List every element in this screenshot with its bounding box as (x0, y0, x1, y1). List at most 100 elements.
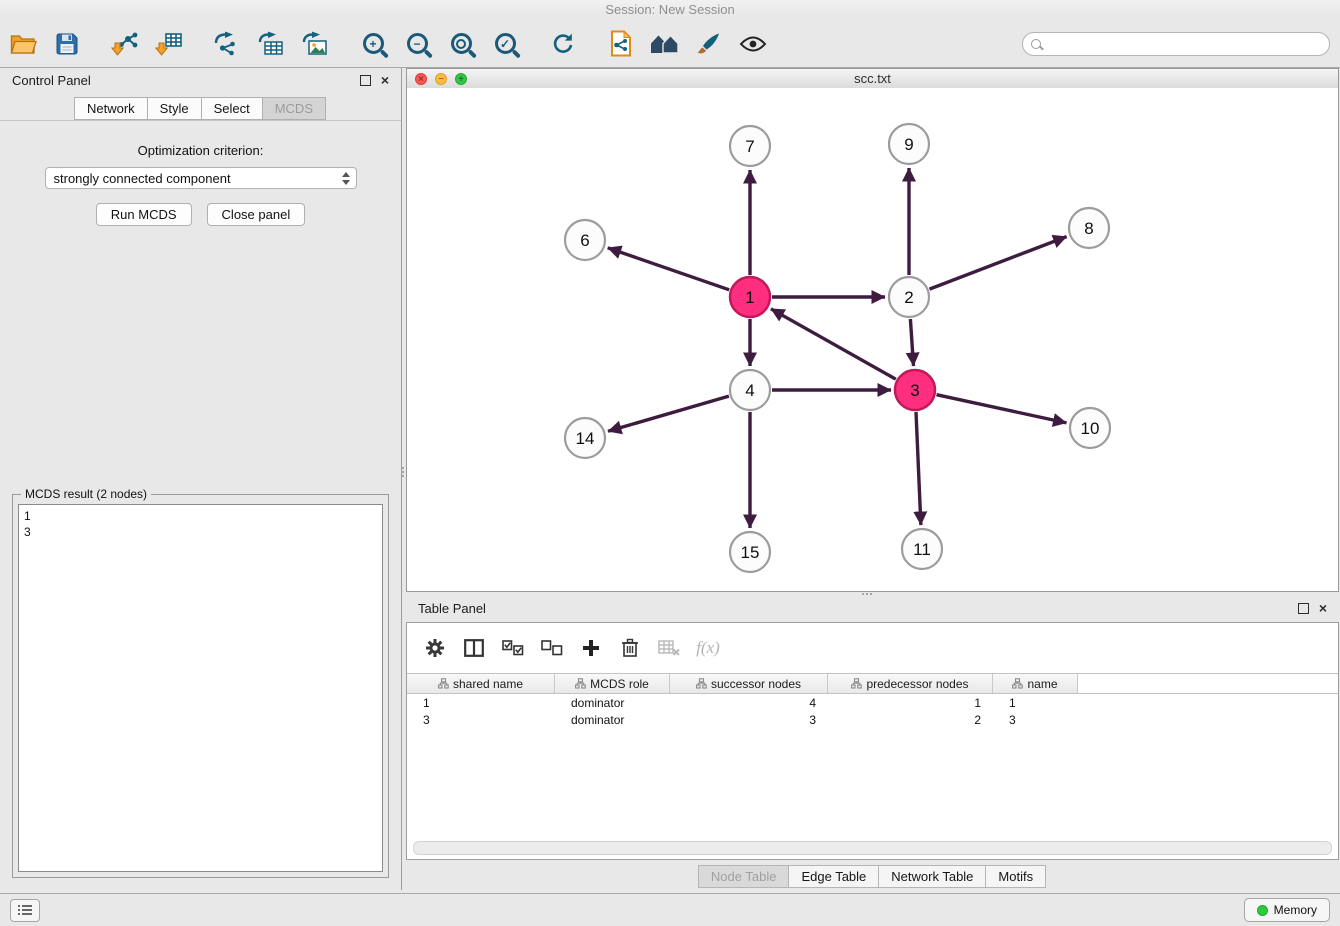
maximize-window-icon[interactable]: + (455, 73, 467, 85)
export-network-button[interactable] (210, 26, 244, 62)
network-canvas[interactable]: 1 2 3 4 6 7 8 9 10 11 14 15 (407, 88, 1338, 591)
graph-node-7[interactable]: 7 (730, 126, 770, 166)
graph-node-15[interactable]: 15 (730, 532, 770, 572)
mcds-result-item: 3 (24, 524, 377, 540)
graph-edge-1-6[interactable] (608, 248, 730, 290)
float-panel-icon[interactable] (360, 75, 371, 86)
tab-style[interactable]: Style (147, 97, 202, 120)
graph-node-14[interactable]: 14 (565, 418, 605, 458)
delete-table-button[interactable] (657, 636, 681, 660)
svg-text:9: 9 (904, 135, 913, 154)
close-window-icon[interactable]: × (415, 73, 427, 85)
graph-node-6[interactable]: 6 (565, 220, 605, 260)
graph-node-11[interactable]: 11 (902, 529, 942, 569)
svg-text:4: 4 (745, 381, 754, 400)
minimize-window-icon[interactable]: − (435, 73, 447, 85)
graph-node-10[interactable]: 10 (1070, 408, 1110, 448)
svg-text:15: 15 (741, 543, 760, 562)
table-panel-title: Table Panel (418, 601, 486, 616)
search-input[interactable] (1047, 36, 1321, 52)
graph-node-3[interactable]: 3 (895, 370, 935, 410)
show-columns-button[interactable] (462, 636, 486, 660)
graph-node-2[interactable]: 2 (889, 277, 929, 317)
optimization-criterion-label: Optimization criterion: (0, 143, 401, 158)
function-builder-button[interactable]: f(x) (696, 636, 720, 660)
network-view-window: scc.txt × − + 1234678910111415 (406, 68, 1339, 592)
vertical-splitter-handle[interactable] (400, 465, 405, 479)
close-panel-button[interactable]: Close panel (207, 203, 306, 226)
graph-node-8[interactable]: 8 (1069, 208, 1109, 248)
refresh-layout-button[interactable] (546, 26, 580, 62)
tab-network[interactable]: Network (74, 97, 148, 120)
mcds-result-list[interactable]: 13 (18, 504, 383, 872)
column-header-MCDS-role[interactable]: MCDS role (555, 674, 670, 693)
graph-node-9[interactable]: 9 (889, 124, 929, 164)
fx-icon: f(x) (696, 638, 720, 658)
trash-icon (621, 638, 639, 658)
dropdown-stepper-icon (342, 172, 352, 185)
save-session-button[interactable] (50, 26, 84, 62)
table-row[interactable]: 1dominator411 (407, 694, 1338, 711)
toolbar-search[interactable] (1022, 32, 1330, 56)
graph-edge-3-10[interactable] (937, 395, 1067, 423)
table-cell: 3 (407, 713, 555, 727)
import-network-icon (111, 31, 139, 57)
graph-edge-2-3[interactable] (910, 319, 913, 366)
show-details-button[interactable] (736, 26, 770, 62)
export-image-button[interactable] (298, 26, 332, 62)
style-brush-button[interactable] (692, 26, 726, 62)
close-table-panel-icon[interactable]: × (1319, 602, 1327, 614)
tab-motifs[interactable]: Motifs (985, 865, 1046, 888)
tab-network-table[interactable]: Network Table (878, 865, 986, 888)
open-session-button[interactable] (6, 26, 40, 62)
svg-text:3: 3 (910, 381, 919, 400)
tab-edge-table[interactable]: Edge Table (788, 865, 879, 888)
status-bar: Memory (0, 893, 1340, 926)
network-graph[interactable]: 1 2 3 4 6 7 8 9 10 11 14 15 (407, 88, 1338, 591)
table-settings-button[interactable] (423, 636, 447, 660)
import-table-button[interactable] (152, 26, 186, 62)
zoom-in-button[interactable]: + (356, 26, 390, 62)
delete-column-button[interactable] (618, 636, 642, 660)
close-panel-icon[interactable]: × (381, 74, 389, 86)
table-cell: 2 (828, 713, 993, 727)
column-tree-icon (696, 678, 707, 689)
float-table-panel-icon[interactable] (1298, 603, 1309, 614)
optimization-criterion-dropdown[interactable]: strongly connected component (45, 167, 357, 189)
import-network-button[interactable] (108, 26, 142, 62)
table-row[interactable]: 3dominator323 (407, 711, 1338, 728)
export-table-button[interactable] (254, 26, 288, 62)
horizontal-scrollbar[interactable] (413, 841, 1332, 855)
graph-node-4[interactable]: 4 (730, 370, 770, 410)
column-header-successor-nodes[interactable]: successor nodes (670, 674, 828, 693)
tab-node-table[interactable]: Node Table (698, 865, 790, 888)
zoom-fit-button[interactable] (444, 26, 478, 62)
graph-edge-2-8[interactable] (930, 237, 1067, 290)
zoom-out-button[interactable]: − (400, 26, 434, 62)
table-cell: 1 (993, 696, 1078, 710)
svg-text:6: 6 (580, 231, 589, 250)
select-all-button[interactable] (501, 636, 525, 660)
graph-edge-4-14[interactable] (608, 396, 729, 431)
export-network-icon (213, 31, 241, 57)
tab-mcds[interactable]: MCDS (262, 97, 326, 120)
main-toolbar: + − ✓ (0, 20, 1340, 68)
tab-select[interactable]: Select (201, 97, 263, 120)
graph-edge-3-1[interactable] (771, 309, 896, 379)
houses-button[interactable] (648, 26, 682, 62)
zoom-selected-button[interactable]: ✓ (488, 26, 522, 62)
deselect-all-button[interactable] (540, 636, 564, 660)
dropdown-value: strongly connected component (54, 171, 231, 186)
task-history-button[interactable] (10, 899, 40, 922)
control-panel-title: Control Panel (12, 73, 91, 88)
run-mcds-button[interactable]: Run MCDS (96, 203, 192, 226)
graph-edge-3-11[interactable] (916, 412, 921, 525)
memory-button[interactable]: Memory (1244, 898, 1330, 922)
column-header-predecessor-nodes[interactable]: predecessor nodes (828, 674, 993, 693)
mcds-result-title: MCDS result (2 nodes) (21, 487, 151, 501)
network-file-button[interactable] (604, 26, 638, 62)
graph-node-1[interactable]: 1 (730, 277, 770, 317)
column-header-name[interactable]: name (993, 674, 1078, 693)
add-column-button[interactable] (579, 636, 603, 660)
column-header-shared-name[interactable]: shared name (407, 674, 555, 693)
